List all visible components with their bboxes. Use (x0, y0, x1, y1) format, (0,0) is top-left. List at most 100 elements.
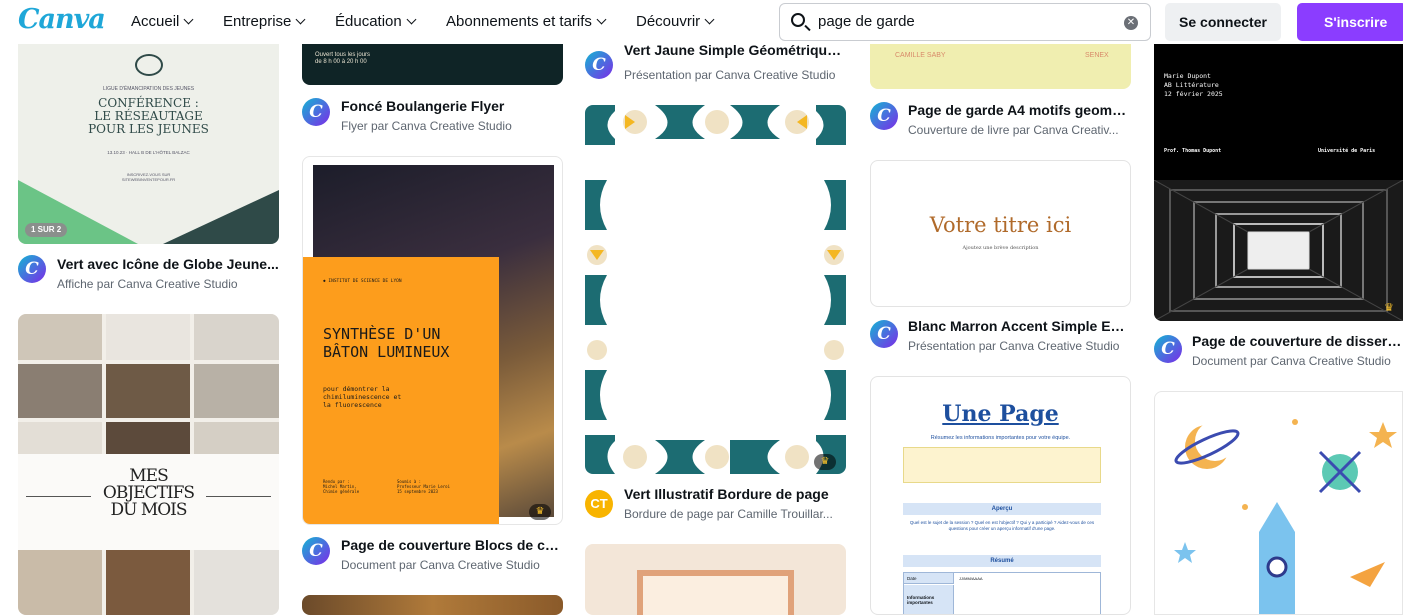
nav-entreprise[interactable]: Entreprise (223, 13, 306, 30)
page-border-pattern (585, 105, 846, 474)
chevron-down-icon (406, 14, 417, 25)
cover-title-line: BÂTON LUMINEUX (323, 343, 450, 361)
clear-search-icon[interactable]: ✕ (1124, 16, 1138, 30)
photo-tile (18, 422, 102, 454)
template-thumbnail-floral[interactable] (585, 544, 846, 615)
canva-logo[interactable]: Canva (18, 4, 106, 35)
photo-tile (106, 422, 190, 454)
section-resume: Résumé (903, 555, 1101, 567)
template-title[interactable]: Vert avec Icône de Globe Jeune... (57, 256, 279, 272)
template-thumbnail-objectifs[interactable]: MES OBJECTIFS DU MOIS (18, 314, 279, 615)
document-title: Une Page (942, 401, 1059, 427)
template-subtitle: Bordure de page par Camille Trouillar... (624, 507, 833, 521)
nav-abonnements[interactable]: Abonnements et tarifs (446, 13, 607, 30)
cover-student-line: 12 février 2025 (1164, 90, 1223, 98)
signup-button[interactable]: S'inscrire (1297, 3, 1403, 41)
globe-icon (135, 54, 163, 76)
summary-table: Date JJ/MM/AAAA Informations importantes (903, 572, 1101, 614)
table-value: JJ/MM/AAAA (959, 576, 983, 581)
template-thumbnail-next[interactable] (302, 595, 563, 615)
cover-author: CAMILLE SABY (895, 52, 946, 59)
chevron-down-icon (295, 14, 306, 25)
template-subtitle: Document par Canva Creative Studio (1192, 354, 1391, 368)
template-subtitle: Document par Canva Creative Studio (341, 558, 540, 572)
space-illustration (1174, 419, 1397, 614)
section-apercu: Aperçu (903, 503, 1101, 515)
canva-creator-avatar: C (18, 255, 46, 283)
cover-university: Université de Paris (1318, 148, 1376, 154)
canva-creator-avatar: C (870, 320, 898, 348)
cover-publisher: SENEX (1085, 52, 1109, 59)
search-box: ✕ (779, 3, 1151, 41)
template-thumbnail-synthese[interactable]: ◆ INSTITUT DE SCIENCE DE LYON SYNTHÈSE D… (302, 156, 563, 525)
template-title[interactable]: Vert Jaune Simple Géométrique... (624, 45, 846, 59)
document-subtitle: Résumez les informations importantes pou… (930, 435, 1071, 441)
template-title[interactable]: Blanc Marron Accent Simple Ent... (908, 318, 1130, 334)
nav-education[interactable]: Éducation (335, 13, 417, 30)
poster-info: 13.10.23 · HALL B DE L'HÔTEL BALZAC (107, 150, 190, 155)
canva-creator-avatar: C (302, 98, 330, 126)
photo-tile (194, 550, 279, 615)
flyer-hours-line: Ouvert tous les jours (315, 52, 371, 58)
cover-description-line: chimiluminescence et (323, 393, 402, 401)
nav-label: Accueil (131, 13, 180, 30)
search-input[interactable] (818, 13, 1108, 30)
cover-title-line: SYNTHÈSE D'UN (323, 325, 441, 343)
cover-author: Rendu par : Michel Martin, Chimie généra… (323, 479, 359, 494)
template-title[interactable]: Page de garde A4 motifs geomet... (908, 102, 1130, 118)
template-thumbnail-space[interactable] (1154, 391, 1403, 615)
template-subtitle: Couverture de livre par Canva Creativ... (908, 123, 1119, 137)
page-count-badge: 1 SUR 2 (25, 223, 68, 237)
photo-tile (106, 314, 190, 360)
template-thumbnail-votre-titre[interactable]: Votre titre ici Ajoutez une brève descri… (870, 160, 1131, 307)
template-title[interactable]: Page de couverture Blocs de co... (341, 537, 563, 553)
canva-creator-avatar: C (585, 51, 613, 79)
nav-accueil[interactable]: Accueil (131, 13, 194, 30)
cover-student-line: Marie Dupont (1164, 72, 1211, 80)
cover-description: pour démontrer la chimiluminescence et l… (323, 385, 401, 409)
template-thumbnail-une-page[interactable]: Une Page Résumez les informations import… (870, 376, 1131, 615)
template-thumbnail-dissertation[interactable]: Marie Dupont AB Littérature 12 février 2… (1154, 30, 1403, 321)
template-title[interactable]: Page de couverture de dissertat... (1192, 333, 1403, 349)
search-icon[interactable] (791, 13, 805, 27)
chevron-down-icon (596, 14, 607, 25)
poster-org: LIGUE D'ÉMANCIPATION DES JEUNES (102, 86, 195, 92)
cover-student-line: AB Littérature (1164, 81, 1219, 89)
cover-orange-block: ◆ INSTITUT DE SCIENCE DE LYON SYNTHÈSE D… (303, 257, 499, 524)
template-thumbnail-bordure[interactable]: ♛ (585, 105, 846, 474)
nav-decouvrir[interactable]: Découvrir (636, 13, 715, 30)
cover-submitted-line: 15 septembre 2023 (397, 489, 438, 494)
tip-box (903, 447, 1101, 483)
photo-tile (194, 364, 279, 418)
template-subtitle: Flyer par Canva Creative Studio (341, 119, 512, 133)
template-title[interactable]: Vert Illustratif Bordure de page (624, 486, 846, 502)
grid-tunnel-image (1154, 180, 1403, 321)
cover-description-line: pour démontrer la (323, 385, 390, 393)
cover-institute: ◆ INSTITUT DE SCIENCE DE LYON (323, 279, 402, 284)
photo-tile (18, 550, 102, 615)
template-subtitle: Affiche par Canva Creative Studio (57, 277, 238, 291)
canva-creator-avatar: C (1154, 335, 1182, 363)
chevron-down-icon (183, 14, 194, 25)
table-key: Date (904, 573, 954, 584)
top-navigation-bar: Canva Accueil Entreprise Éducation Abonn… (0, 0, 1403, 44)
photo-tile (106, 550, 190, 615)
section-apercu-text: Quel est le sujet de la session ? Quel e… (909, 520, 1095, 531)
login-button[interactable]: Se connecter (1165, 3, 1281, 41)
crown-icon: ♛ (529, 504, 551, 520)
cover-professor: Prof. Thomas Dupont (1164, 148, 1222, 154)
poster-heading-line: DU MOIS (110, 500, 187, 520)
cover-student: Marie Dupont AB Littérature 12 février 2… (1164, 72, 1223, 99)
template-thumbnail-conference[interactable]: LIGUE D'ÉMANCIPATION DES JEUNES CONFÉREN… (18, 30, 279, 244)
poster-heading: CONFÉRENCE : LE RÉSEAUTAGE POUR LES JEUN… (18, 97, 279, 136)
nav-label: Découvrir (636, 13, 701, 30)
cover-description-line: la fluorescence (323, 401, 382, 409)
cover-author-line: Chimie générale (323, 489, 360, 494)
photo-tile (194, 314, 279, 360)
slide-description: Ajoutez une brève description (962, 245, 1039, 251)
crown-icon: ♛ (814, 454, 836, 470)
crown-icon: ♛ (1384, 302, 1394, 314)
cover-submitted: Soumis à : Professeur Marie Leroi 15 sep… (397, 479, 450, 494)
photo-tile (106, 364, 190, 418)
template-title[interactable]: Foncé Boulangerie Flyer (341, 98, 563, 114)
